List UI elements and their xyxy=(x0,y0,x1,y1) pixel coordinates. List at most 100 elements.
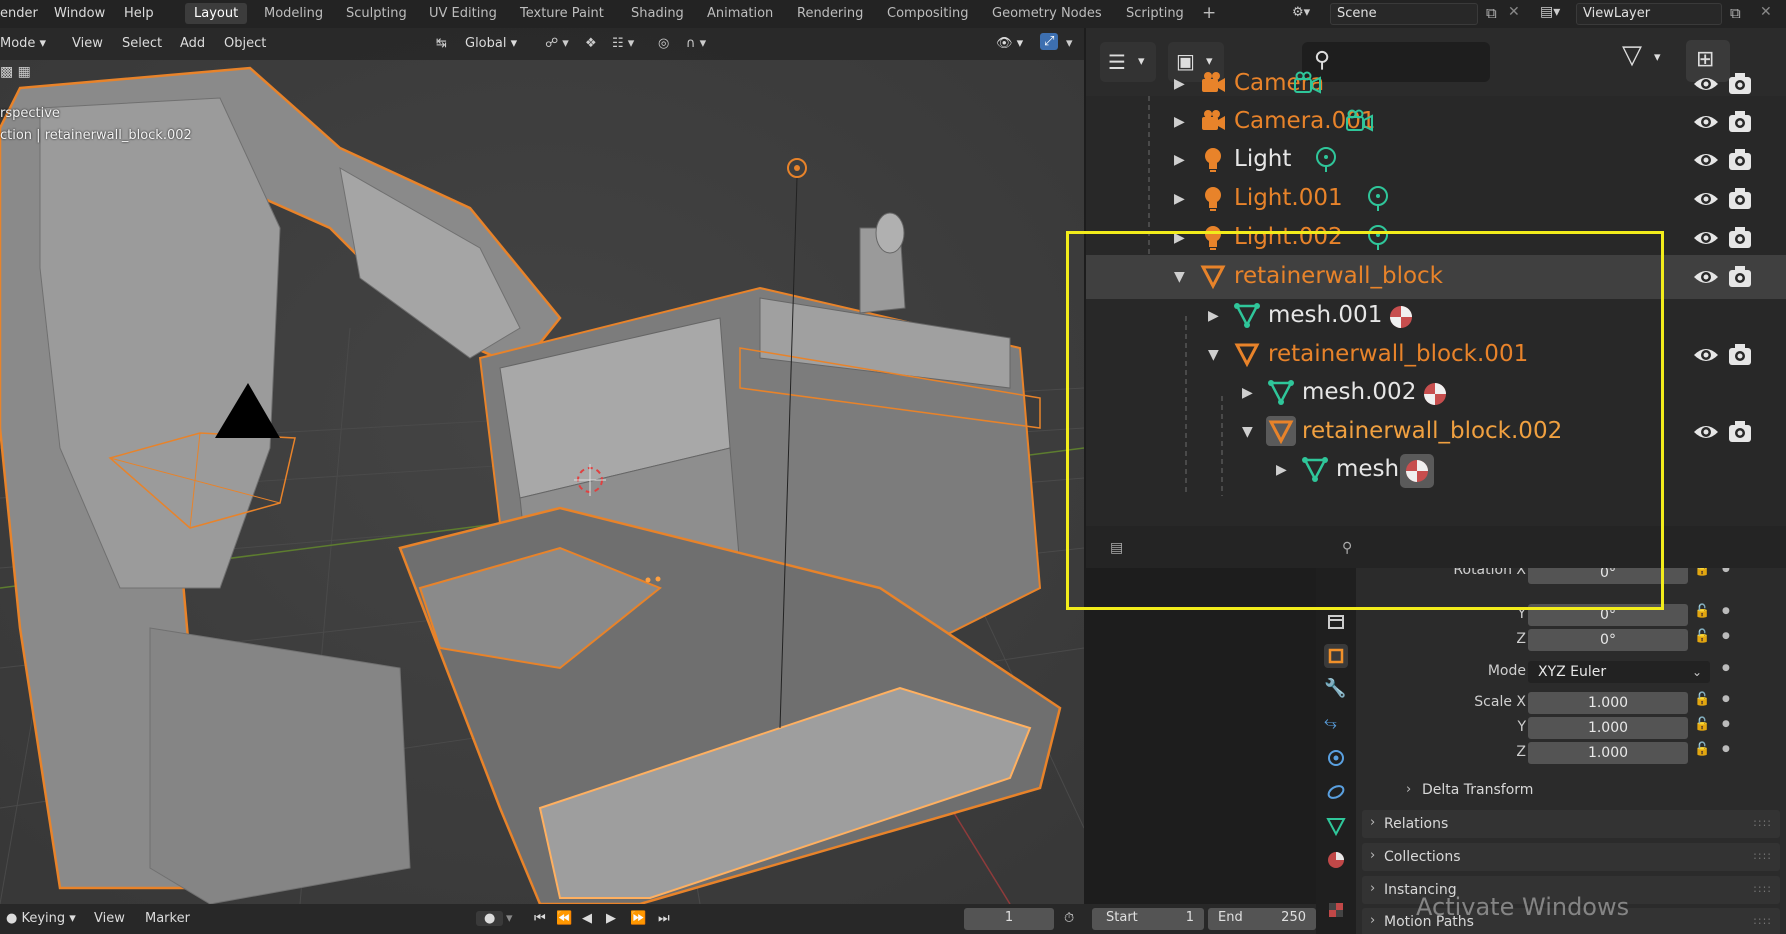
scene-icon[interactable]: ⚙▾ xyxy=(1292,5,1310,20)
gizmo-dropdown-icon[interactable]: ▾ xyxy=(1066,36,1073,51)
lock-icon[interactable]: 🔓 xyxy=(1694,742,1710,757)
eye-icon[interactable] xyxy=(1692,185,1720,213)
drag-handle-icon[interactable]: :::: xyxy=(1753,849,1772,862)
snap-icon[interactable]: ❖ xyxy=(585,36,597,51)
jump-keyframe-forward-icon[interactable]: ⏩ xyxy=(630,911,646,926)
scale-x-field[interactable]: 1.000 xyxy=(1528,692,1688,714)
outliner-row[interactable]: ▶ Light.001 xyxy=(1086,177,1786,221)
tab-geometry-nodes[interactable]: Geometry Nodes xyxy=(992,6,1102,21)
render-camera-icon[interactable] xyxy=(1726,70,1754,98)
tab-scene[interactable] xyxy=(1324,610,1348,634)
tab-material[interactable] xyxy=(1324,848,1348,872)
menu-window[interactable]: Window xyxy=(54,6,105,21)
proportional-edit-icon[interactable]: ◎ xyxy=(658,36,669,51)
eye-icon[interactable] xyxy=(1692,70,1720,98)
eye-icon[interactable] xyxy=(1692,418,1720,446)
camera-data-icon[interactable] xyxy=(1344,106,1374,136)
menu-add[interactable]: Add xyxy=(180,36,205,51)
render-camera-icon[interactable] xyxy=(1726,185,1754,213)
tab-compositing[interactable]: Compositing xyxy=(887,6,969,21)
render-camera-icon[interactable] xyxy=(1726,418,1754,446)
play-reverse-icon[interactable]: ◀ xyxy=(582,911,592,926)
light-data-icon[interactable] xyxy=(1363,183,1393,213)
snap-target-icon[interactable]: ☷ ▾ xyxy=(612,36,634,51)
drag-handle-icon[interactable]: :::: xyxy=(1753,882,1772,895)
lock-icon[interactable]: 🔓 xyxy=(1694,717,1710,732)
rotation-z-field[interactable]: 0° xyxy=(1528,629,1688,651)
keyframe-dot-icon[interactable]: ● xyxy=(1722,606,1730,616)
transform-orientation-dropdown[interactable]: Global ▾ xyxy=(465,36,517,51)
expand-toggle-icon[interactable]: ▶ xyxy=(1174,191,1185,207)
start-frame-field[interactable]: Start 1 xyxy=(1092,908,1204,930)
outliner-row[interactable]: ▶ Light xyxy=(1086,138,1786,182)
tab-particles[interactable]: ⥃ xyxy=(1324,712,1348,736)
eye-icon[interactable] xyxy=(1692,224,1720,252)
menu-render[interactable]: ender xyxy=(0,6,38,21)
tab-shading[interactable]: Shading xyxy=(631,6,684,21)
mode-dropdown[interactable]: Mode ▾ xyxy=(0,36,46,51)
keyframe-dot-icon[interactable]: ● xyxy=(1722,694,1730,704)
light-data-icon[interactable] xyxy=(1311,144,1341,174)
jump-to-start-icon[interactable]: ⏮ xyxy=(534,911,546,926)
stopwatch-icon[interactable]: ⏱ xyxy=(1064,911,1074,926)
tab-object-data[interactable] xyxy=(1324,814,1348,838)
new-scene-icon[interactable]: ⧉ xyxy=(1486,4,1497,22)
drag-handle-icon[interactable]: :::: xyxy=(1753,816,1772,829)
render-camera-icon[interactable] xyxy=(1726,146,1754,174)
lock-icon[interactable]: 🔓 xyxy=(1694,568,1710,577)
expand-toggle-icon[interactable]: ▶ xyxy=(1174,114,1185,130)
view-layer-field[interactable]: ViewLayer xyxy=(1576,3,1722,25)
jump-to-end-icon[interactable]: ⏭ xyxy=(658,911,670,926)
lock-icon[interactable]: 🔓 xyxy=(1694,604,1710,619)
tab-texture[interactable] xyxy=(1324,898,1348,922)
transform-orientation-icon[interactable]: ↹ xyxy=(436,36,447,51)
menu-help[interactable]: Help xyxy=(124,6,154,21)
keyframe-dot-icon[interactable]: ● xyxy=(1722,719,1730,729)
tab-layout[interactable]: Layout xyxy=(185,3,248,24)
menu-marker[interactable]: Marker xyxy=(145,911,190,926)
selection-mode-icons[interactable]: ▩ ▦ xyxy=(0,64,31,80)
menu-view[interactable]: View xyxy=(94,911,125,926)
render-camera-icon[interactable] xyxy=(1726,224,1754,252)
scale-z-field[interactable]: 1.000 xyxy=(1528,742,1688,764)
menu-view[interactable]: View xyxy=(72,36,103,51)
gizmo-toggle-icon[interactable]: ⤢ xyxy=(1040,33,1059,50)
panel-collections[interactable]: › Collections :::: xyxy=(1362,843,1780,871)
close-view-layer-icon[interactable]: ✕ xyxy=(1760,4,1772,20)
pivot-icon[interactable]: ☍ ▾ xyxy=(545,36,569,51)
render-camera-icon[interactable] xyxy=(1726,263,1754,291)
keyframe-dot-icon[interactable]: ● xyxy=(1722,663,1730,673)
keyframe-dot-icon[interactable]: ● xyxy=(1722,631,1730,641)
eye-icon[interactable] xyxy=(1692,341,1720,369)
scale-y-field[interactable]: 1.000 xyxy=(1528,717,1688,739)
scene-field[interactable]: Scene xyxy=(1330,3,1478,25)
panel-delta-transform[interactable]: › Delta Transform xyxy=(1392,778,1772,804)
visibility-icon[interactable]: 👁 ▾ xyxy=(996,36,1023,51)
tab-constraints[interactable] xyxy=(1324,780,1348,804)
lock-icon[interactable]: 🔓 xyxy=(1694,629,1710,644)
tab-texture-paint[interactable]: Texture Paint xyxy=(520,6,604,21)
jump-keyframe-back-icon[interactable]: ⏪ xyxy=(556,911,572,926)
3d-viewport[interactable]: Mode ▾ View Select Add Object ↹ Global ▾… xyxy=(0,28,1084,904)
menu-object[interactable]: Object xyxy=(224,36,266,51)
keying-dropdown[interactable]: ● Keying ▾ xyxy=(6,911,76,926)
render-camera-icon[interactable] xyxy=(1726,341,1754,369)
current-frame-field[interactable]: 1 xyxy=(964,908,1054,930)
tab-uv-editing[interactable]: UV Editing xyxy=(429,6,497,21)
tab-object[interactable] xyxy=(1324,644,1348,668)
tab-scripting[interactable]: Scripting xyxy=(1126,6,1184,21)
tab-modifiers[interactable]: 🔧 xyxy=(1324,678,1348,702)
eye-icon[interactable] xyxy=(1692,263,1720,291)
drag-handle-icon[interactable]: :::: xyxy=(1753,914,1772,927)
end-frame-field[interactable]: End 250 xyxy=(1208,908,1316,930)
view-layer-icon[interactable]: ▤▾ xyxy=(1540,4,1560,20)
keyframe-dot-icon[interactable]: ● xyxy=(1722,568,1730,574)
tab-animation[interactable]: Animation xyxy=(707,6,773,21)
menu-select[interactable]: Select xyxy=(122,36,162,51)
chevron-down-icon[interactable]: ▾ xyxy=(506,911,513,926)
rotation-mode-dropdown[interactable]: XYZ Euler ⌄ xyxy=(1528,661,1710,683)
panel-relations[interactable]: › Relations :::: xyxy=(1362,810,1780,838)
play-icon[interactable]: ▶ xyxy=(606,911,616,926)
keyframe-dot-icon[interactable]: ● xyxy=(1722,744,1730,754)
camera-data-icon[interactable] xyxy=(1292,68,1322,98)
